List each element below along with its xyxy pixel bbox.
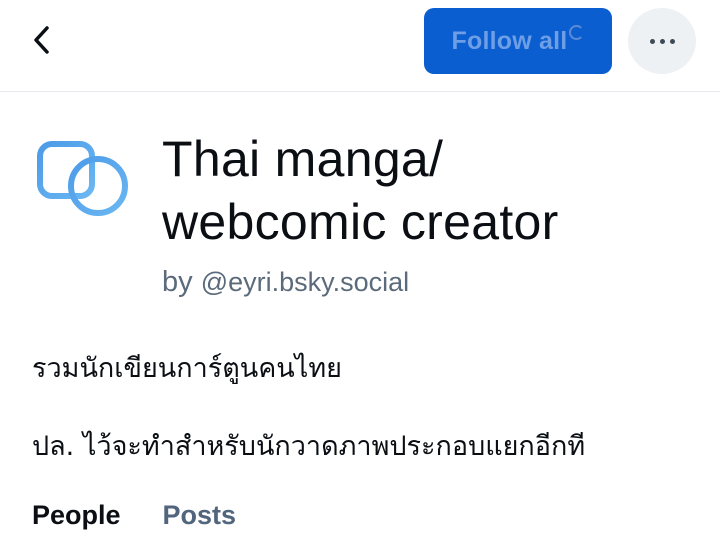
feed-title-line-2: webcomic creator xyxy=(162,194,559,250)
more-options-button[interactable] xyxy=(628,8,696,74)
back-button[interactable] xyxy=(22,20,62,60)
spinner-icon xyxy=(569,24,585,40)
chevron-left-icon xyxy=(34,26,49,54)
feed-description-line-2: ปล. ไว้จะทำสำหรับนักวาดภาพประกอบแยกอีกที xyxy=(32,431,586,462)
ellipsis-icon xyxy=(649,38,675,44)
feed-creator: by @eyri.bsky.social xyxy=(162,266,409,299)
creator-handle-link[interactable]: @eyri.bsky.social xyxy=(201,267,409,297)
by-label: by xyxy=(162,266,193,298)
follow-all-label: Follow all xyxy=(451,26,568,55)
tab-posts[interactable]: Posts xyxy=(163,500,237,531)
feed-title-line-1: Thai manga/ xyxy=(162,131,444,187)
feed-description-line-1: รวมนักเขียนการ์ตูนคนไทย xyxy=(32,353,342,384)
feed-title: Thai manga/ webcomic creator xyxy=(162,128,559,254)
tab-people[interactable]: People xyxy=(32,500,121,531)
follow-all-button[interactable]: Follow all xyxy=(424,8,612,74)
tab-bar: People Posts xyxy=(32,500,236,531)
list-feed-icon xyxy=(37,141,128,216)
top-bar: Follow all xyxy=(0,0,720,92)
